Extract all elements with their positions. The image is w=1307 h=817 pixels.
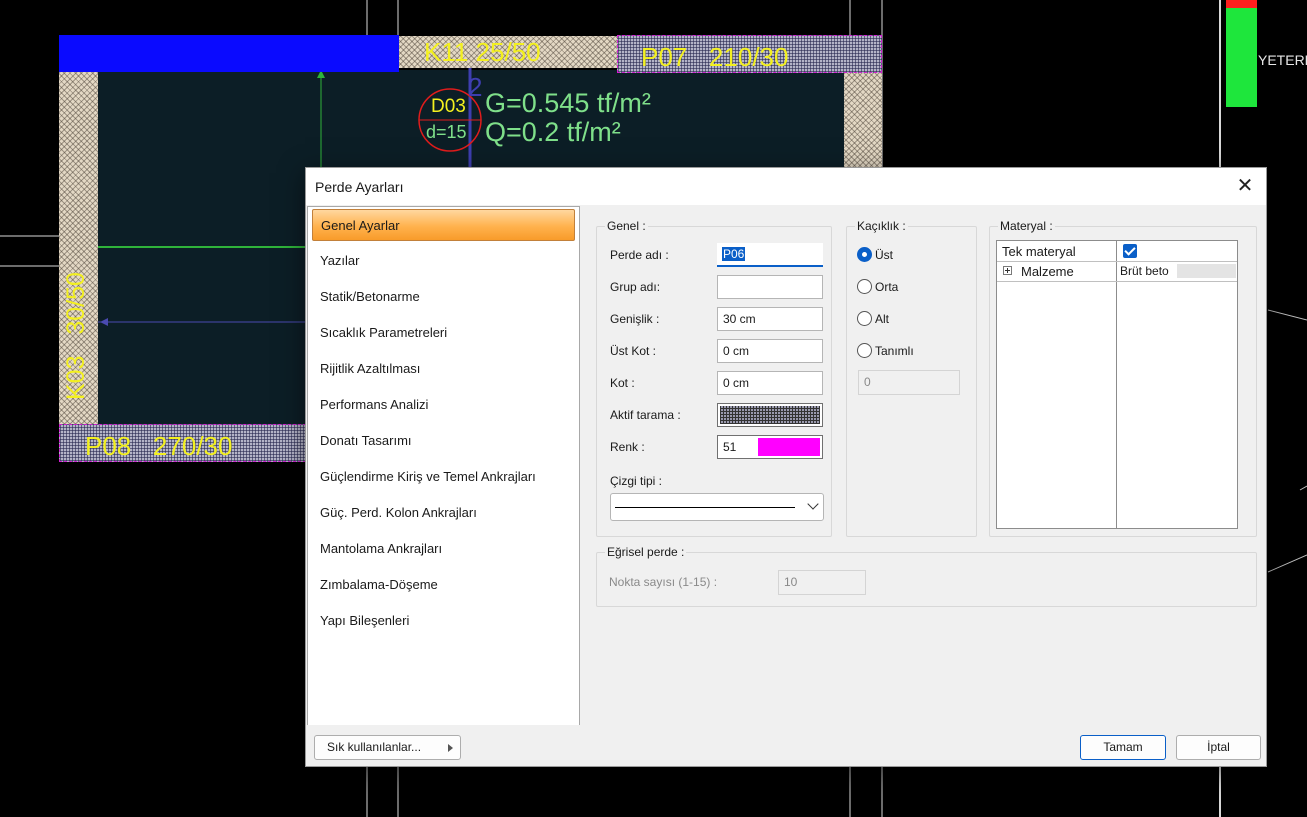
expand-icon[interactable] <box>1003 266 1012 275</box>
status-bar-green <box>1226 8 1257 107</box>
malzeme-dropdown-area <box>1177 264 1236 278</box>
nav-item-donati[interactable]: Donatı Tasarımı <box>312 425 575 457</box>
nokta-sayisi-label: Nokta sayısı (1-15) : <box>609 575 718 589</box>
slab-live-load: Q=0.2 tf/m² <box>485 117 621 147</box>
ust-kot-input[interactable]: 0 cm <box>717 339 823 363</box>
aktif-tarama-swatch[interactable] <box>717 403 823 427</box>
nav-item-rijitlik[interactable]: Rijitlik Azaltılması <box>312 353 575 385</box>
content-panel: Genel : Perde adı : P06 Grup adı: Genişl… <box>582 206 1266 725</box>
grid-row-line-2 <box>997 281 1237 282</box>
frequent-settings-button[interactable]: Sık kullanılanlar... <box>314 735 461 760</box>
genislik-label: Genişlik : <box>610 312 660 326</box>
ust-kot-label: Üst Kot : <box>610 344 657 358</box>
malzeme-label: Malzeme <box>1021 264 1074 279</box>
nav-item-zimbalama[interactable]: Zımbalama-Döşeme <box>312 569 575 601</box>
radio-alt[interactable] <box>857 311 872 326</box>
slab-dead-load: G=0.545 tf/m² <box>485 88 651 118</box>
dialog-footer: Sık kullanılanlar... Tamam İptal <box>306 725 1266 766</box>
perde-adi-value: P06 <box>722 247 746 261</box>
cizgi-tipi-select[interactable] <box>610 493 824 521</box>
slab-thickness: d=15 <box>426 122 467 142</box>
selected-wall-p06[interactable] <box>59 35 399 72</box>
cizgi-tipi-label: Çizgi tipi : <box>610 474 663 488</box>
line-type-preview <box>615 507 795 508</box>
radio-ust-label: Üst <box>875 248 893 262</box>
close-icon[interactable]: ✕ <box>1232 173 1258 199</box>
wall-p08-label: P08 270/30 <box>85 431 233 461</box>
egrisel-group: Eğrisel perde : Nokta sayısı (1-15) : 10 <box>596 545 1257 607</box>
nav-item-guc-perd-kolon[interactable]: Güç. Perd. Kolon Ankrajları <box>312 497 575 529</box>
hatch-pattern-preview <box>720 406 820 424</box>
radio-ust[interactable] <box>857 247 872 262</box>
materyal-group-title: Materyal : <box>998 219 1055 233</box>
nav-item-statik-betonarme[interactable]: Statik/Betonarme <box>312 281 575 313</box>
genislik-input[interactable]: 30 cm <box>717 307 823 331</box>
tanimli-input[interactable]: 0 <box>858 370 960 395</box>
genel-group: Genel : Perde adı : P06 Grup adı: Genişl… <box>596 219 832 537</box>
radio-orta[interactable] <box>857 279 872 294</box>
grup-adi-label: Grup adı: <box>610 280 661 294</box>
materyal-group: Materyal : Tek materyal Malzeme Brüt bet… <box>989 219 1257 537</box>
perde-ayarlari-dialog: Perde Ayarları ✕ Genel Ayarlar Yazılar S… <box>305 167 1267 767</box>
perde-adi-label: Perde adı : <box>610 248 669 262</box>
nav-item-genel-ayarlar[interactable]: Genel Ayarlar <box>312 209 575 241</box>
genel-group-title: Genel : <box>605 219 648 233</box>
column-k03-label: K03 30/50 <box>62 272 90 400</box>
beam-k11-label: K11 25/50 <box>424 37 541 67</box>
cancel-button[interactable]: İptal <box>1176 735 1261 760</box>
title-bar[interactable]: Perde Ayarları ✕ <box>306 168 1266 205</box>
nav-item-guclendirme[interactable]: Güçlendirme Kiriş ve Temel Ankrajları <box>312 461 575 493</box>
grid-divider <box>1116 241 1117 528</box>
nokta-sayisi-input[interactable]: 10 <box>778 570 866 595</box>
check-icon <box>1124 244 1136 256</box>
frequent-settings-label: Sık kullanılanlar... <box>327 740 422 754</box>
nav-item-yazilar[interactable]: Yazılar <box>312 245 575 277</box>
axis-label: 2 <box>468 72 483 102</box>
kot-input[interactable]: 0 cm <box>717 371 823 395</box>
settings-nav: Genel Ayarlar Yazılar Statik/Betonarme S… <box>307 206 580 727</box>
dialog-title: Perde Ayarları <box>315 179 404 195</box>
nav-item-mantolama[interactable]: Mantolama Ankrajları <box>312 533 575 565</box>
chevron-right-icon <box>448 744 453 752</box>
status-text: YETERL <box>1258 52 1307 68</box>
kaciklik-group-title: Kaçıklık : <box>855 219 908 233</box>
radio-orta-label: Orta <box>875 280 899 294</box>
malzeme-value-field[interactable]: Brüt beto <box>1117 262 1237 281</box>
radio-tanimli[interactable] <box>857 343 872 358</box>
materyal-grid: Tek materyal Malzeme Brüt beto <box>996 240 1238 529</box>
renk-color-swatch <box>758 438 820 456</box>
tek-materyal-label: Tek materyal <box>1002 244 1076 259</box>
status-bar-red <box>1226 0 1257 8</box>
radio-tanimli-label: Tanımlı <box>875 344 914 358</box>
nav-item-performans[interactable]: Performans Analizi <box>312 389 575 421</box>
kaciklik-group: Kaçıklık : Üst Orta Alt Tanımlı 0 <box>846 219 977 537</box>
slab-id: D03 <box>431 96 466 117</box>
renk-picker[interactable]: 51 <box>717 435 823 459</box>
renk-label: Renk : <box>610 440 645 454</box>
nav-item-sicaklik[interactable]: Sıcaklık Parametreleri <box>312 317 575 349</box>
tek-materyal-checkbox[interactable] <box>1123 244 1137 258</box>
wall-p07-label: P07 210/30 <box>641 42 789 72</box>
kot-label: Kot : <box>610 376 635 390</box>
grup-adi-input[interactable] <box>717 275 823 299</box>
egrisel-group-title: Eğrisel perde : <box>605 545 687 559</box>
column-right-hatch <box>844 70 882 167</box>
nav-item-yapi-bilesenleri[interactable]: Yapı Bileşenleri <box>312 605 575 637</box>
renk-value: 51 <box>723 440 737 454</box>
perde-adi-input[interactable]: P06 <box>717 243 823 267</box>
chevron-down-icon <box>807 498 819 510</box>
radio-alt-label: Alt <box>875 312 890 326</box>
malzeme-value: Brüt beto <box>1120 264 1169 278</box>
ok-button[interactable]: Tamam <box>1080 735 1166 760</box>
aktif-tarama-label: Aktif tarama : <box>610 408 681 422</box>
